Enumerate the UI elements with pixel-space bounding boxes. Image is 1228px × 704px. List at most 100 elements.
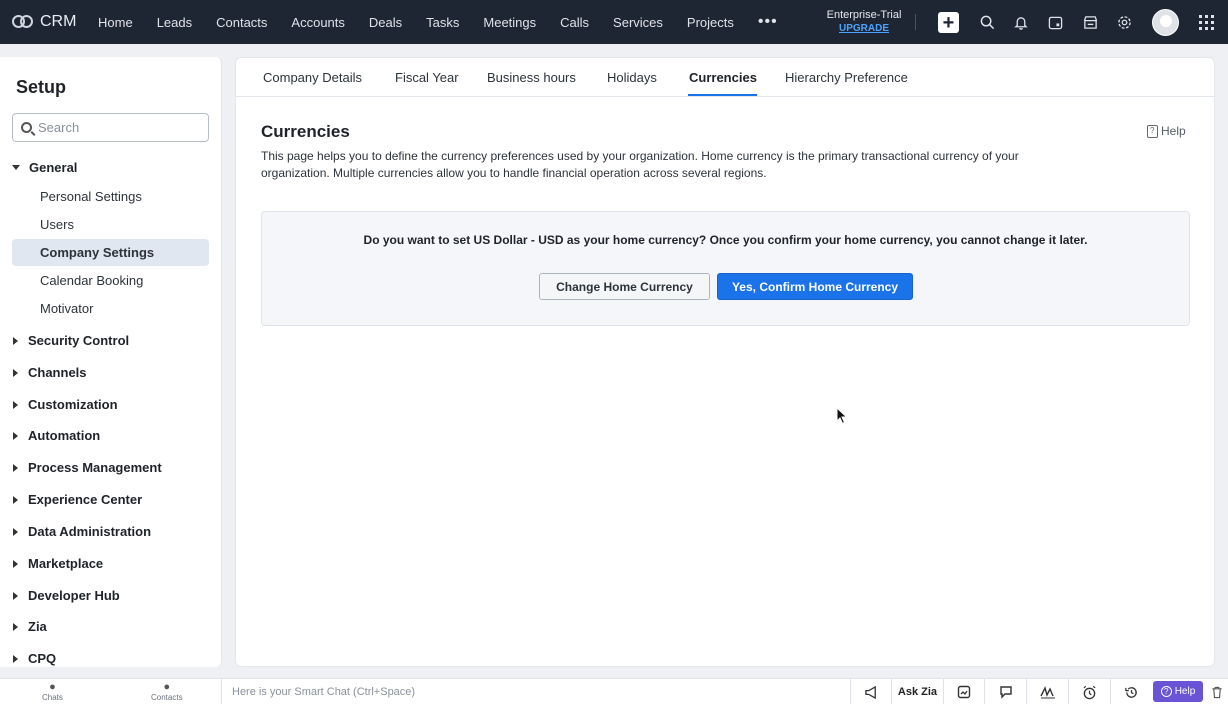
chats-button[interactable]: ● Chats [42, 681, 63, 703]
section-customization[interactable]: Customization [12, 397, 118, 412]
tab-holidays[interactable]: Holidays [607, 70, 657, 85]
chat-bubble-icon: ● [49, 681, 56, 693]
trash-icon[interactable] [1205, 679, 1228, 704]
nav-projects[interactable]: Projects [675, 0, 746, 44]
module-nav: Home Leads Contacts Accounts Deals Tasks… [86, 0, 790, 44]
apps-grid-icon[interactable] [1199, 15, 1214, 30]
mouse-cursor-icon [836, 406, 848, 430]
plus-icon[interactable]: + [938, 12, 959, 33]
search-icon [21, 122, 32, 133]
section-process-management[interactable]: Process Management [12, 460, 162, 475]
section-label: Experience Center [28, 492, 143, 507]
announcement-icon[interactable] [850, 679, 891, 704]
home-currency-confirm-box: Do you want to set US Dollar - USD as yo… [261, 211, 1190, 326]
help-link[interactable]: Help [1147, 124, 1186, 138]
nav-calls[interactable]: Calls [548, 0, 601, 44]
section-developer-hub[interactable]: Developer Hub [12, 588, 120, 603]
nav-accounts[interactable]: Accounts [279, 0, 356, 44]
trial-label: Enterprise-Trial [826, 9, 902, 21]
logo-text: CRM [40, 13, 77, 30]
sidebar-item-motivator[interactable]: Motivator [12, 295, 209, 322]
nav-tasks[interactable]: Tasks [414, 0, 471, 44]
section-channels[interactable]: Channels [12, 365, 87, 380]
section-general[interactable]: General [12, 160, 77, 175]
upgrade-link[interactable]: UPGRADE [820, 22, 908, 35]
section-label: Zia [28, 619, 47, 634]
active-tab-indicator [688, 94, 757, 96]
section-label: Process Management [28, 460, 162, 475]
sidebar-item-users[interactable]: Users [12, 211, 209, 238]
trial-badge: Enterprise-Trial UPGRADE [820, 9, 908, 35]
confirm-home-currency-button[interactable]: Yes, Confirm Home Currency [717, 273, 913, 300]
search-icon[interactable] [977, 12, 997, 32]
marketplace-icon[interactable] [1080, 12, 1100, 32]
section-label: Developer Hub [28, 588, 120, 603]
chevron-right-icon [13, 654, 18, 663]
sidebar-title: Setup [16, 77, 67, 97]
bottom-bar: ● Chats ● Contacts Here is your Smart Ch… [0, 678, 1228, 704]
section-cpq[interactable]: CPQ [12, 651, 56, 666]
gear-icon[interactable] [1114, 12, 1134, 32]
sidebar-search[interactable] [12, 113, 209, 142]
chevron-right-icon [13, 495, 18, 504]
sidebar-item-company-settings[interactable]: Company Settings [12, 239, 209, 266]
section-marketplace[interactable]: Marketplace [12, 556, 103, 571]
user-avatar[interactable] [1152, 9, 1179, 36]
signature-icon[interactable] [1026, 679, 1068, 704]
tab-company-details[interactable]: Company Details [263, 70, 362, 85]
history-icon[interactable] [1110, 679, 1152, 704]
sidebar-item-personal-settings[interactable]: Personal Settings [12, 183, 209, 210]
feedback-icon[interactable] [984, 679, 1026, 704]
nav-home[interactable]: Home [86, 0, 145, 44]
bell-icon[interactable] [1011, 12, 1031, 32]
section-security-control[interactable]: Security Control [12, 333, 129, 348]
tab-hierarchy-preference[interactable]: Hierarchy Preference [785, 70, 908, 85]
change-home-currency-button[interactable]: Change Home Currency [539, 273, 710, 300]
section-zia[interactable]: Zia [12, 619, 47, 634]
chevron-down-icon [12, 165, 20, 170]
ask-zia-button[interactable]: Ask Zia [891, 679, 943, 704]
chevron-right-icon [13, 591, 18, 600]
chevron-right-icon [13, 431, 18, 440]
search-input[interactable] [38, 120, 198, 135]
chevron-right-icon [13, 622, 18, 631]
setup-sidebar: Setup General Personal Settings Users Co… [0, 57, 222, 667]
top-navigation-bar: CRM Home Leads Contacts Accounts Deals T… [0, 0, 1228, 44]
person-icon: ● [163, 681, 171, 693]
contacts-label: Contacts [151, 693, 183, 702]
section-label: General [29, 160, 78, 175]
chevron-right-icon [13, 336, 18, 345]
section-label: Data Administration [28, 524, 152, 539]
nav-contacts[interactable]: Contacts [204, 0, 279, 44]
smart-chat-input[interactable]: Here is your Smart Chat (Ctrl+Space) [221, 679, 850, 704]
section-data-administration[interactable]: Data Administration [12, 524, 151, 539]
nav-meetings[interactable]: Meetings [471, 0, 548, 44]
section-label: Automation [28, 428, 101, 443]
help-button[interactable]: ? Help [1153, 681, 1203, 702]
chevron-right-icon [13, 463, 18, 472]
chevron-right-icon [13, 559, 18, 568]
crm-logo[interactable]: CRM [0, 13, 90, 31]
nav-services[interactable]: Services [601, 0, 675, 44]
nav-leads[interactable]: Leads [145, 0, 204, 44]
zia-insights-icon[interactable] [943, 679, 984, 704]
chevron-right-icon [13, 400, 18, 409]
section-automation[interactable]: Automation [12, 428, 100, 443]
sidebar-item-calendar-booking[interactable]: Calendar Booking [12, 267, 209, 294]
chats-label: Chats [42, 693, 63, 702]
contacts-button[interactable]: ● Contacts [151, 681, 183, 703]
settings-tabs: Company Details Fiscal Year Business hou… [236, 58, 1214, 97]
section-label: Marketplace [28, 556, 104, 571]
tab-business-hours[interactable]: Business hours [487, 70, 576, 85]
nav-deals[interactable]: Deals [357, 0, 414, 44]
section-label: Channels [28, 365, 87, 380]
tab-fiscal-year[interactable]: Fiscal Year [395, 70, 459, 85]
tab-currencies[interactable]: Currencies [689, 70, 757, 85]
calendar-icon[interactable] [1045, 12, 1065, 32]
help-book-icon [1147, 124, 1158, 138]
alarm-clock-icon[interactable] [1068, 679, 1110, 704]
section-experience-center[interactable]: Experience Center [12, 492, 142, 507]
more-modules-icon[interactable]: ••• [746, 13, 790, 31]
page-title: Currencies [261, 122, 350, 141]
chevron-right-icon [13, 368, 18, 377]
